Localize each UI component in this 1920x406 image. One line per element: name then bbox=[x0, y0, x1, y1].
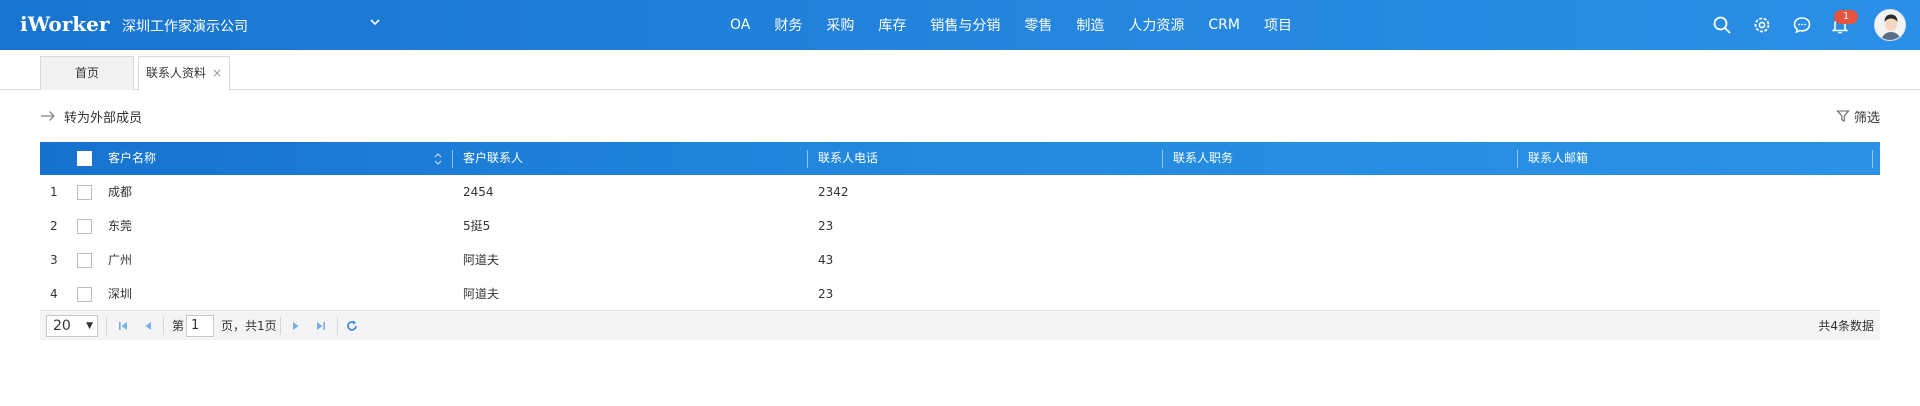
nav-item-purchase[interactable]: 采购 bbox=[814, 15, 866, 35]
column-divider[interactable] bbox=[1162, 150, 1163, 168]
column-header-contact-phone[interactable]: 联系人电话 bbox=[818, 142, 878, 175]
refresh-icon[interactable] bbox=[345, 319, 359, 333]
nav-item-sales[interactable]: 销售与分销 bbox=[918, 15, 1012, 35]
row-checkbox[interactable] bbox=[77, 253, 92, 268]
app-logo[interactable]: iWorker bbox=[20, 12, 109, 36]
nav-item-project[interactable]: 项目 bbox=[1252, 15, 1304, 35]
search-icon[interactable] bbox=[1712, 15, 1732, 35]
prev-page-icon[interactable] bbox=[141, 319, 155, 333]
arrow-right-icon bbox=[41, 111, 55, 121]
cell-customer-name: 成都 bbox=[108, 185, 133, 199]
tab-home-label: 首页 bbox=[74, 66, 99, 80]
page-number-input[interactable]: 1 bbox=[186, 315, 214, 337]
cell-contact-phone: 23 bbox=[818, 219, 834, 233]
nav-item-retail[interactable]: 零售 bbox=[1012, 15, 1064, 35]
pager-divider bbox=[106, 317, 107, 335]
caret-down-icon: ▼ bbox=[86, 321, 93, 331]
cell-contact-phone: 23 bbox=[818, 287, 834, 301]
row-number: 1 bbox=[50, 185, 58, 199]
table-row[interactable]: 4 深圳 阿道夫 23 bbox=[40, 277, 1880, 311]
cell-customer-name: 广州 bbox=[108, 253, 133, 267]
column-header-customer-contact[interactable]: 客户联系人 bbox=[463, 142, 523, 175]
contact-table: 客户名称 客户联系人 联系人电话 联系人职务 联系人邮箱 1 成都 2454 2… bbox=[40, 142, 1880, 311]
cell-customer-name: 东莞 bbox=[108, 219, 133, 233]
pager-divider bbox=[337, 317, 338, 335]
convert-external-button[interactable]: 转为外部成员 bbox=[40, 106, 142, 126]
notification-badge: 1 bbox=[1834, 10, 1858, 24]
tab-contact-info[interactable]: 联系人资料 × bbox=[138, 56, 230, 91]
filter-button[interactable]: 筛选 bbox=[1836, 106, 1880, 126]
company-name[interactable]: 深圳工作家演示公司 bbox=[122, 16, 248, 36]
column-divider[interactable] bbox=[452, 150, 453, 168]
convert-external-label: 转为外部成员 bbox=[64, 110, 143, 126]
nav-item-manufacturing[interactable]: 制造 bbox=[1064, 15, 1116, 35]
cell-customer-contact: 5挺5 bbox=[463, 219, 491, 233]
column-header-contact-email[interactable]: 联系人邮箱 bbox=[1528, 142, 1588, 175]
column-divider[interactable] bbox=[1872, 150, 1873, 168]
cell-customer-contact: 阿道夫 bbox=[463, 287, 500, 301]
cell-customer-contact: 阿道夫 bbox=[463, 253, 500, 267]
column-header-contact-title[interactable]: 联系人职务 bbox=[1173, 142, 1233, 175]
nav-item-oa[interactable]: OA bbox=[718, 17, 762, 33]
chat-icon[interactable] bbox=[1792, 15, 1812, 35]
total-count: 共4条数据 bbox=[1818, 319, 1874, 333]
page-prefix: 第 bbox=[172, 319, 185, 333]
next-page-icon[interactable] bbox=[289, 319, 303, 333]
pagination-bar: 20 ▼ 第 1 页，共1页 共4条数据 bbox=[40, 310, 1880, 340]
table-row[interactable]: 3 广州 阿道夫 43 bbox=[40, 243, 1880, 277]
avatar[interactable] bbox=[1874, 9, 1906, 41]
chevron-down-icon[interactable] bbox=[368, 15, 382, 29]
nav-item-crm[interactable]: CRM bbox=[1196, 17, 1252, 33]
filter-icon bbox=[1836, 110, 1850, 122]
main-nav: OA 财务 采购 库存 销售与分销 零售 制造 人力资源 CRM 项目 bbox=[718, 0, 1304, 50]
page-suffix: 页，共1页 bbox=[221, 319, 277, 333]
cell-contact-phone: 43 bbox=[818, 253, 834, 267]
row-number: 3 bbox=[50, 253, 58, 267]
close-icon[interactable]: × bbox=[212, 66, 222, 80]
table-row[interactable]: 1 成都 2454 2342 bbox=[40, 175, 1880, 209]
nav-item-inventory[interactable]: 库存 bbox=[866, 15, 918, 35]
top-bar: iWorker 深圳工作家演示公司 OA 财务 采购 库存 销售与分销 零售 制… bbox=[0, 0, 1920, 50]
row-checkbox[interactable] bbox=[77, 185, 92, 200]
cell-contact-phone: 2342 bbox=[818, 185, 849, 199]
tab-home[interactable]: 首页 bbox=[40, 56, 134, 90]
column-divider[interactable] bbox=[1517, 150, 1518, 168]
column-divider[interactable] bbox=[807, 150, 808, 168]
page-size-select[interactable]: 20 ▼ bbox=[46, 315, 98, 337]
last-page-icon[interactable] bbox=[314, 319, 328, 333]
nav-item-finance[interactable]: 财务 bbox=[762, 15, 814, 35]
select-all-checkbox[interactable] bbox=[77, 151, 92, 166]
cell-customer-name: 深圳 bbox=[108, 287, 133, 301]
row-checkbox[interactable] bbox=[77, 287, 92, 302]
pager-divider bbox=[280, 317, 281, 335]
nav-item-hr[interactable]: 人力资源 bbox=[1116, 15, 1196, 35]
pager-divider bbox=[163, 317, 164, 335]
row-number: 2 bbox=[50, 219, 58, 233]
table-row[interactable]: 2 东莞 5挺5 23 bbox=[40, 209, 1880, 243]
row-checkbox[interactable] bbox=[77, 219, 92, 234]
tab-contact-info-label: 联系人资料 bbox=[145, 66, 206, 80]
cell-customer-contact: 2454 bbox=[463, 185, 494, 199]
filter-label: 筛选 bbox=[1853, 110, 1880, 126]
user-avatar-icon bbox=[1875, 10, 1905, 40]
column-header-customer-name[interactable]: 客户名称 bbox=[108, 142, 156, 175]
gear-icon[interactable] bbox=[1752, 15, 1772, 35]
row-number: 4 bbox=[50, 287, 58, 301]
sort-icon[interactable] bbox=[433, 152, 443, 166]
page-tabs: 首页 联系人资料 × bbox=[0, 50, 1920, 91]
page-size-value: 20 bbox=[53, 318, 71, 334]
first-page-icon[interactable] bbox=[116, 319, 130, 333]
table-header: 客户名称 客户联系人 联系人电话 联系人职务 联系人邮箱 bbox=[40, 142, 1880, 175]
